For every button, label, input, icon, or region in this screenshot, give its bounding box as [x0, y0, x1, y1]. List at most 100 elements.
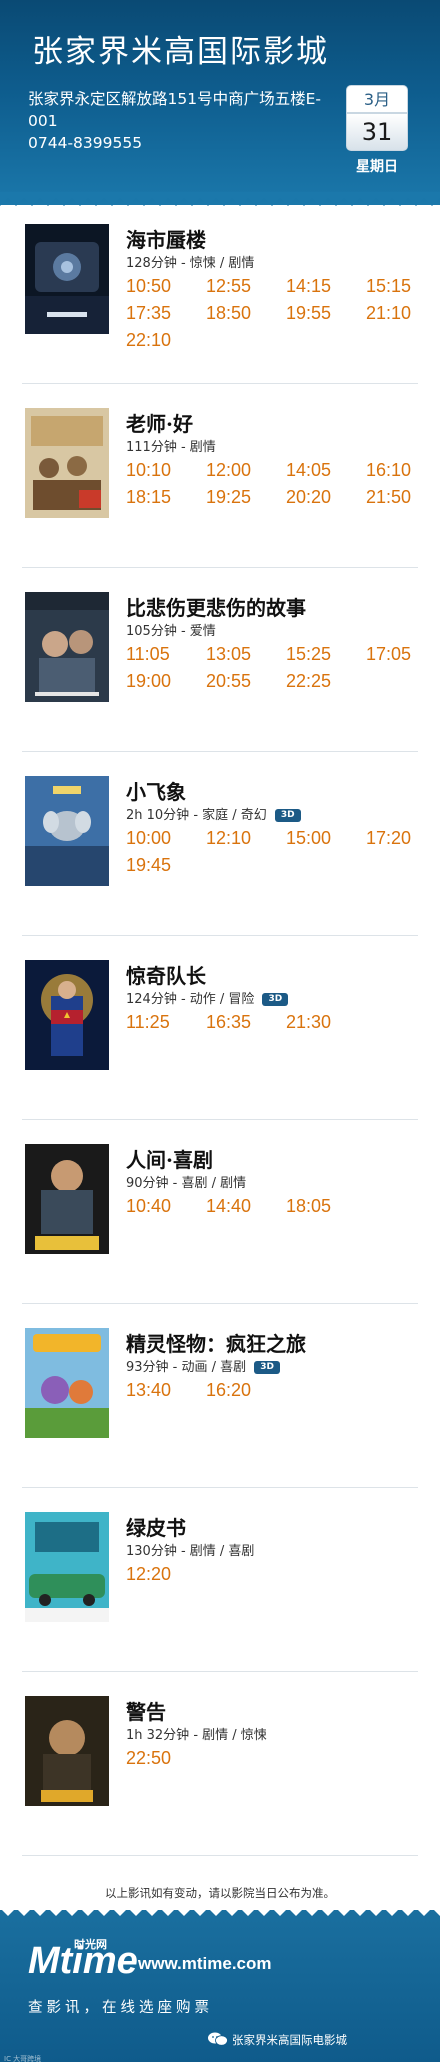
showtime[interactable]: 17:35 — [126, 303, 171, 324]
movie-info: 124分钟 - 动作 / 冒险 3D — [126, 988, 289, 1007]
watermark: IC 大哥跨境 — [4, 2055, 42, 2062]
showtime[interactable]: 14:15 — [286, 276, 331, 297]
showtime[interactable]: 21:50 — [366, 487, 411, 508]
showtime[interactable]: 16:35 — [206, 1012, 251, 1033]
wechat-account-label: 张家界米高国际电影城 — [232, 2033, 347, 2047]
showtime[interactable]: 10:40 — [126, 1196, 171, 1217]
showtime[interactable]: 18:15 — [126, 487, 171, 508]
showtime[interactable]: 14:05 — [286, 460, 331, 481]
footer: 时光网 Mtime www.mtime.com 查影讯，在线选座购票 张家界米高… — [0, 1908, 440, 2062]
movie-poster[interactable] — [25, 408, 109, 518]
movie-item[interactable]: 比悲伤更悲伤的故事 105分钟 - 爱情 11:05 13:05 15:25 1… — [22, 568, 418, 752]
wechat-icon — [208, 2032, 228, 2046]
movie-info-text: 90分钟 - 喜剧 / 剧情 — [126, 1176, 247, 1191]
movie-poster[interactable] — [25, 776, 109, 886]
showtime[interactable]: 15:25 — [286, 644, 331, 665]
movie-poster[interactable] — [25, 1512, 109, 1622]
footer-slogan: 查影讯，在线选座购票 — [28, 2000, 213, 2016]
showtime[interactable]: 18:50 — [206, 303, 251, 324]
movie-info-text: 111分钟 - 剧情 — [126, 440, 216, 455]
showtime[interactable]: 10:00 — [126, 828, 171, 849]
showtime[interactable]: 10:50 — [126, 276, 171, 297]
showtime[interactable]: 17:20 — [366, 828, 411, 849]
movie-poster[interactable] — [25, 592, 109, 702]
showtime[interactable]: 12:10 — [206, 828, 251, 849]
footer-zigzag-edge — [0, 1908, 440, 1916]
movie-info: 2h 10分钟 - 家庭 / 奇幻 3D — [126, 804, 301, 823]
schedule-notice: 以上影讯如有变动，请以影院当日公布为准。 — [105, 1886, 335, 1900]
movie-title[interactable]: 老师·好 — [126, 408, 193, 437]
movie-item[interactable]: 绿皮书 130分钟 - 剧情 / 喜剧 12:20 — [22, 1488, 418, 1672]
movie-item[interactable]: 警告 1h 32分钟 - 剧情 / 惊悚 22:50 — [22, 1672, 418, 1856]
cinema-header: 张家界米高国际影城 张家界永定区解放路151号中商广场五楼E-001 0744-… — [0, 0, 440, 205]
cinema-phone[interactable]: 0744-8399555 — [28, 134, 142, 152]
movie-poster[interactable] — [25, 1144, 109, 1254]
movie-title[interactable]: 比悲伤更悲伤的故事 — [126, 592, 306, 621]
showtime[interactable]: 13:40 — [126, 1380, 171, 1401]
movie-poster[interactable] — [25, 1696, 109, 1806]
showtime[interactable]: 14:40 — [206, 1196, 251, 1217]
movie-info: 111分钟 - 剧情 — [126, 436, 216, 455]
showtime[interactable]: 20:20 — [286, 487, 331, 508]
movie-info-text: 128分钟 - 惊悚 / 剧情 — [126, 256, 255, 271]
showtime[interactable]: 12:00 — [206, 460, 251, 481]
movie-info-text: 93分钟 - 动画 / 喜剧 — [126, 1360, 247, 1375]
showtime[interactable]: 16:20 — [206, 1380, 251, 1401]
mtime-logo[interactable]: Mtime — [28, 1940, 138, 1983]
movie-title[interactable]: 小飞象 — [126, 776, 186, 805]
3d-badge: 3D — [274, 809, 301, 822]
showtime[interactable]: 13:05 — [206, 644, 251, 665]
movie-title[interactable]: 海市蜃楼 — [126, 224, 206, 253]
movie-poster[interactable] — [25, 1328, 109, 1438]
showtime[interactable]: 20:55 — [206, 671, 251, 692]
showtime[interactable]: 22:25 — [286, 671, 331, 692]
date-day: 31 — [346, 113, 408, 151]
showtime[interactable]: 21:30 — [286, 1012, 331, 1033]
showtime[interactable]: 21:10 — [366, 303, 411, 324]
date-weekday: 星期日 — [356, 159, 398, 175]
movie-item[interactable]: 老师·好 111分钟 - 剧情 10:10 12:00 14:05 16:10 … — [22, 384, 418, 568]
movie-item[interactable]: 小飞象 2h 10分钟 - 家庭 / 奇幻 3D 10:00 12:10 15:0… — [22, 752, 418, 936]
showtime[interactable]: 19:55 — [286, 303, 331, 324]
movie-item[interactable]: 精灵怪物：疯狂之旅 93分钟 - 动画 / 喜剧 3D 13:40 16:20 — [22, 1304, 418, 1488]
movie-info-text: 1h 32分钟 - 剧情 / 惊悚 — [126, 1728, 267, 1743]
cinema-address: 张家界永定区解放路151号中商广场五楼E-001 — [28, 90, 321, 130]
showtime[interactable]: 11:25 — [126, 1012, 170, 1033]
showtime[interactable]: 19:45 — [126, 855, 171, 876]
movie-poster[interactable] — [25, 224, 109, 334]
movie-title[interactable]: 警告 — [126, 1696, 166, 1725]
date-month: 3月 — [346, 85, 408, 113]
showtime[interactable]: 19:00 — [126, 671, 171, 692]
3d-badge: 3D — [254, 1361, 281, 1374]
movie-poster[interactable] — [25, 960, 109, 1070]
showtime[interactable]: 17:05 — [366, 644, 411, 665]
movie-title[interactable]: 人间·喜剧 — [126, 1144, 213, 1173]
movie-title[interactable]: 绿皮书 — [126, 1512, 186, 1541]
showtime[interactable]: 12:55 — [206, 276, 251, 297]
showtime[interactable]: 10:10 — [126, 460, 171, 481]
showtime[interactable]: 19:25 — [206, 487, 251, 508]
3d-badge: 3D — [262, 993, 289, 1006]
movie-info: 105分钟 - 爱情 — [126, 620, 216, 639]
movie-item[interactable]: 人间·喜剧 90分钟 - 喜剧 / 剧情 10:40 14:40 18:05 — [22, 1120, 418, 1304]
movie-info: 93分钟 - 动画 / 喜剧 3D — [126, 1356, 281, 1375]
showtime[interactable]: 12:20 — [126, 1564, 171, 1585]
movie-info: 90分钟 - 喜剧 / 剧情 — [126, 1172, 246, 1191]
movie-title[interactable]: 精灵怪物：疯狂之旅 — [126, 1328, 306, 1357]
showtime[interactable]: 18:05 — [286, 1196, 331, 1217]
movie-info-text: 105分钟 - 爱情 — [126, 624, 216, 639]
movie-info-text: 124分钟 - 动作 / 冒险 — [126, 992, 255, 1007]
movie-title[interactable]: 惊奇队长 — [126, 960, 206, 989]
showtime[interactable]: 15:15 — [366, 276, 411, 297]
calendar-date: 3月 31 — [346, 85, 408, 151]
cinema-name: 张家界米高国际影城 — [32, 34, 329, 70]
showtime[interactable]: 22:10 — [126, 330, 171, 351]
showtime[interactable]: 11:05 — [126, 644, 170, 665]
movie-item[interactable]: 海市蜃楼 128分钟 - 惊悚 / 剧情 10:50 12:55 14:15 1… — [22, 200, 418, 384]
movie-info: 1h 32分钟 - 剧情 / 惊悚 — [126, 1724, 267, 1743]
mtime-url-link[interactable]: www.mtime.com — [138, 1954, 272, 1974]
showtime[interactable]: 22:50 — [126, 1748, 171, 1769]
showtime[interactable]: 16:10 — [366, 460, 411, 481]
showtime[interactable]: 15:00 — [286, 828, 331, 849]
movie-item[interactable]: 惊奇队长 124分钟 - 动作 / 冒险 3D 11:25 16:35 21:30 — [22, 936, 418, 1120]
